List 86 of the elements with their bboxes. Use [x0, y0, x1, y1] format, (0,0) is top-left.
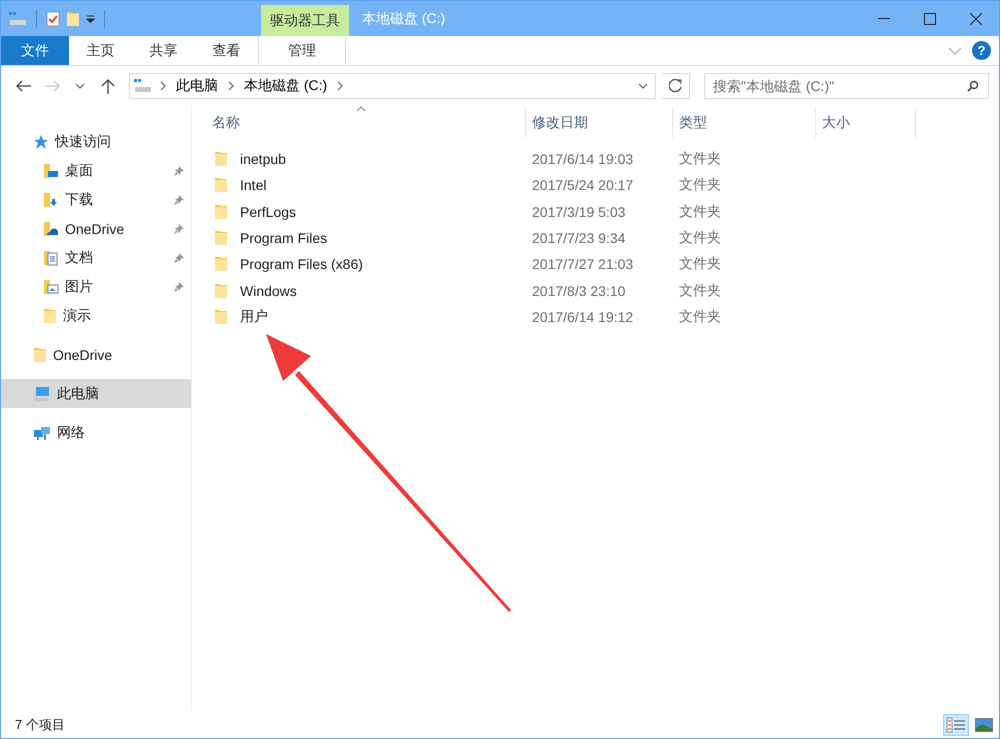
- download-folder-icon: [43, 192, 59, 208]
- sidebar-item[interactable]: 此电脑: [1, 379, 191, 408]
- sort-caret-icon: [356, 106, 366, 112]
- maximize-icon[interactable]: [924, 12, 936, 24]
- context-tab-header: 驱动器工具: [261, 5, 349, 36]
- network-icon: [33, 424, 51, 440]
- file-type: 文件夹: [678, 150, 722, 168]
- file-name[interactable]: Program Files (x86): [240, 256, 363, 272]
- sidebar-item[interactable]: 快速访问: [1, 127, 191, 156]
- folder-icon: [214, 230, 228, 246]
- details-view-button[interactable]: [943, 714, 969, 736]
- file-name[interactable]: Intel: [240, 177, 266, 194]
- file-type: 文件夹: [678, 255, 722, 274]
- refresh-icon[interactable]: [668, 79, 682, 93]
- pin-icon[interactable]: [173, 280, 185, 292]
- file-name[interactable]: PerfLogs: [240, 204, 296, 220]
- minimize-icon[interactable]: [878, 18, 890, 20]
- chevron-down-icon[interactable]: [75, 83, 85, 89]
- chevron-down-icon[interactable]: [638, 83, 648, 89]
- sidebar-item[interactable]: 图片: [1, 272, 191, 301]
- desktop-folder-icon: [43, 162, 59, 178]
- folder-icon: [33, 346, 47, 362]
- folder-icon: [214, 282, 228, 299]
- file-type: 文件夹: [678, 176, 722, 194]
- modified-date: 2017/8/3 23:10: [531, 282, 626, 299]
- column-header[interactable]: 大小: [816, 108, 916, 138]
- chevron-icon: [160, 81, 166, 91]
- pin-icon[interactable]: [173, 222, 185, 234]
- document-folder-icon: [43, 250, 59, 266]
- modified-date: 2017/7/27 21:03: [531, 256, 634, 272]
- ribbon-tab[interactable]: 管理: [258, 36, 346, 65]
- sidebar-item[interactable]: 下载: [1, 185, 191, 214]
- item-count: 7 个项目: [15, 716, 65, 734]
- pin-icon[interactable]: [173, 164, 185, 176]
- sidebar-item[interactable]: OneDrive: [1, 340, 191, 369]
- folder-icon: [43, 308, 57, 324]
- column-header[interactable]: 类型: [673, 108, 816, 138]
- ribbon-tab[interactable]: 文件: [1, 36, 69, 65]
- properties-icon[interactable]: [46, 10, 60, 26]
- address-bar[interactable]: 此电脑 本地磁盘 (C:): [129, 73, 656, 99]
- cloud-folder-icon: [43, 220, 59, 236]
- dropdown-icon[interactable]: [86, 14, 95, 22]
- pin-icon[interactable]: [173, 252, 185, 264]
- sidebar-item[interactable]: 桌面: [1, 156, 191, 185]
- folder-icon: [214, 204, 228, 220]
- breadcrumb[interactable]: 此电脑: [174, 77, 220, 95]
- back-arrow-icon[interactable]: [16, 80, 32, 92]
- help-button[interactable]: ?: [972, 41, 991, 60]
- file-name[interactable]: Program Files: [240, 230, 328, 246]
- up-arrow-icon[interactable]: [101, 78, 115, 94]
- sidebar-item[interactable]: 网络: [1, 418, 191, 447]
- sidebar-item[interactable]: OneDrive: [1, 214, 191, 243]
- folder-icon: [214, 256, 228, 272]
- modified-date: 2017/3/19 5:03: [531, 204, 626, 220]
- refresh-button[interactable]: [662, 73, 690, 99]
- new-folder-icon: [66, 10, 80, 26]
- modified-date: 2017/7/23 9:34: [531, 230, 626, 246]
- sidebar-item[interactable]: 文档: [1, 243, 191, 272]
- modified-date: 2017/5/24 20:17: [531, 177, 634, 194]
- chevron-icon[interactable]: [228, 81, 234, 91]
- computer-icon: [33, 386, 51, 402]
- column-header[interactable]: 修改日期: [526, 108, 673, 138]
- star-icon: [33, 134, 49, 150]
- file-name[interactable]: 用户: [240, 308, 268, 326]
- modified-date: 2017/6/14 19:03: [531, 151, 634, 168]
- window-title: 本地磁盘 (C:): [361, 8, 446, 28]
- folder-icon: [214, 308, 228, 325]
- column-header[interactable]: 名称: [206, 108, 526, 138]
- breadcrumb[interactable]: 本地磁盘 (C:): [242, 77, 330, 95]
- chevron-icon[interactable]: [337, 81, 344, 91]
- sidebar-item[interactable]: 演示: [1, 301, 191, 330]
- file-type: 文件夹: [678, 308, 722, 326]
- search-icon[interactable]: [967, 80, 979, 92]
- file-type: 文件夹: [678, 202, 722, 221]
- file-type: 文件夹: [678, 282, 722, 300]
- search-field[interactable]: 搜索"本地磁盘 (C:)": [704, 73, 989, 99]
- modified-date: 2017/6/14 19:12: [531, 308, 634, 325]
- close-icon[interactable]: [970, 12, 982, 24]
- file-name[interactable]: Windows: [240, 282, 297, 299]
- file-name[interactable]: inetpub: [240, 151, 286, 168]
- file-type: 文件夹: [678, 229, 722, 248]
- folder-icon: [214, 151, 228, 168]
- folder-icon: [214, 177, 228, 194]
- drive-icon: [134, 79, 152, 93]
- pin-icon[interactable]: [173, 194, 185, 206]
- picture-folder-icon: [43, 278, 59, 294]
